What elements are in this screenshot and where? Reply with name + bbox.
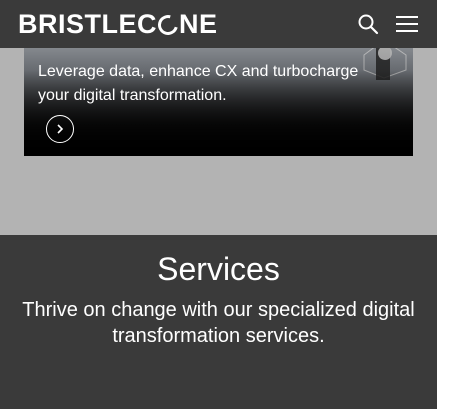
logo-text-right: NE — [179, 9, 218, 39]
search-button[interactable] — [356, 12, 380, 36]
site-header: BRISTLEC NE — [0, 0, 437, 48]
services-title: Services — [157, 251, 280, 287]
scrollbar-thumb[interactable] — [440, 20, 451, 80]
bristlecone-logo[interactable]: BRISTLEC NE — [18, 9, 218, 39]
logo-text-left: BRISTLEC — [18, 9, 157, 39]
hero-arrow-button[interactable] — [46, 115, 74, 143]
hero-text: Leverage data, enhance CX and turbocharg… — [38, 63, 359, 104]
services-section: Services Thrive on change with our speci… — [0, 235, 437, 409]
search-icon — [358, 14, 379, 35]
viewport: Leverage data, enhance CX and turbocharg… — [0, 0, 437, 409]
chevron-right-icon — [57, 124, 64, 134]
page: Leverage data, enhance CX and turbocharg… — [0, 0, 454, 409]
services-description: Thrive on change with our specialized di… — [22, 299, 415, 347]
logo-o-ring — [154, 11, 182, 39]
menu-button[interactable] — [396, 14, 420, 34]
hamburger-menu-icon — [396, 16, 418, 32]
